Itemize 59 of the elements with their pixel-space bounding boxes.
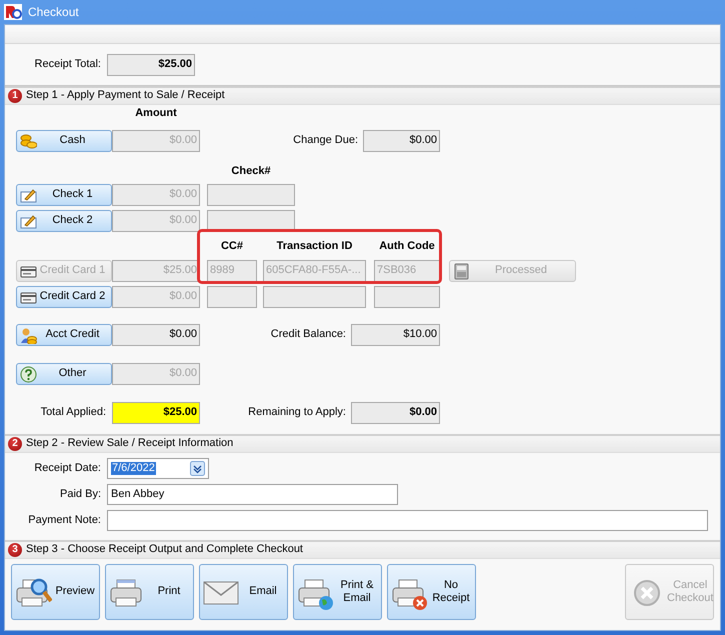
transaction-id-field: 605CFA80-F55A-... (263, 260, 366, 282)
amount-field: $0.00 (112, 130, 200, 152)
payment-button[interactable]: Cash (16, 130, 112, 152)
step-badge: 2 (8, 437, 22, 451)
remaining-field: $0.00 (351, 402, 440, 424)
column-heading: CC# (220, 240, 244, 254)
auth-code-field: 7SB036 (374, 260, 440, 282)
field-label: Paid By: (59, 488, 102, 502)
app-icon (4, 4, 22, 20)
change-field: $0.00 (363, 130, 440, 152)
step-badge: 1 (8, 89, 22, 103)
column-heading: Check# (230, 165, 272, 179)
payment-note-field[interactable] (107, 510, 708, 531)
card-reader-icon (453, 262, 470, 280)
field-label: Remaining to Apply: (248, 406, 346, 420)
amount-field: $0.00 (112, 286, 200, 308)
amount-field: $0.00 (112, 363, 200, 385)
step-badge: 3 (8, 543, 22, 557)
pencil-note-icon (20, 212, 37, 230)
field-label: Change Due: (293, 134, 358, 148)
coins-icon (20, 132, 37, 150)
paid-by-field[interactable]: Ben Abbey (107, 484, 398, 505)
amount-field: $0.00 (112, 210, 200, 232)
payment-button[interactable]: Check 2 (16, 210, 112, 232)
payment-button[interactable]: Acct Credit (16, 324, 112, 346)
payment-button[interactable]: Credit Card 2 (16, 286, 112, 308)
section-title: Step 1 - Apply Payment to Sale / Receipt (26, 89, 225, 103)
field-label: Credit Balance: (270, 328, 346, 342)
payment-button[interactable]: Check 1 (16, 184, 112, 206)
field-label: Receipt Date: (33, 462, 102, 476)
date-field[interactable]: 7/6/2022 (107, 458, 209, 479)
dropdown-icon (190, 461, 205, 476)
total-applied-field: $25.00 (112, 402, 200, 424)
cc-field (207, 286, 257, 308)
amount-field: $0.00 (112, 324, 200, 346)
output-button[interactable]: Email (199, 564, 288, 620)
amount-field: $0.00 (112, 184, 200, 206)
column-heading: Auth Code (378, 240, 436, 254)
column-heading: Amount (134, 107, 178, 121)
output-button[interactable]: Print & Email (293, 564, 382, 620)
section-title: Step 2 - Review Sale / Receipt Information (26, 437, 234, 451)
field-label: Receipt Total: (34, 58, 102, 72)
output-button[interactable]: Print (105, 564, 194, 620)
field-label: Total Applied: (40, 405, 107, 420)
field-label: Payment Note: (27, 514, 102, 528)
cc-field: 8989 (207, 260, 257, 282)
person-coins-icon (20, 326, 37, 344)
output-button[interactable]: Preview (11, 564, 100, 620)
output-button[interactable]: No Receipt (387, 564, 476, 620)
help-icon (20, 366, 37, 382)
auth-code-field (374, 286, 440, 308)
payment-button[interactable]: Other (16, 363, 112, 385)
amount-field: $25.00 (112, 260, 200, 282)
pencil-note-icon (20, 186, 37, 204)
section-title: Step 3 - Choose Receipt Output and Complete Checkout (26, 543, 303, 557)
window-title: Checkout (28, 4, 79, 20)
total-field: $25.00 (107, 54, 195, 76)
balance-field: $10.00 (351, 324, 440, 346)
column-heading: Transaction ID (276, 240, 354, 254)
